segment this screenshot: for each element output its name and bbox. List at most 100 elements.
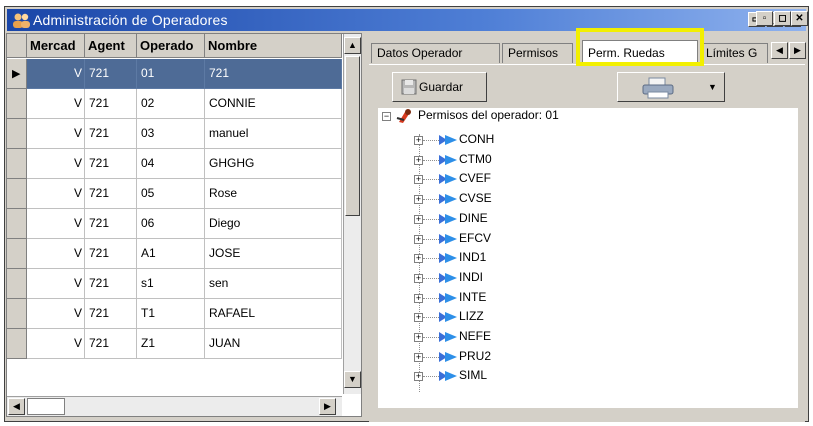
row-selector[interactable] (7, 149, 27, 179)
table-cell[interactable]: manuel (205, 119, 342, 149)
tree-item-label: INTE (459, 289, 487, 304)
table-row[interactable]: V 721 A1 JOSE (7, 239, 342, 269)
expand-icon[interactable]: + (414, 313, 423, 323)
column-header-operador[interactable]: Operado (137, 34, 205, 58)
tab-datos-operador[interactable]: Datos Operador (371, 43, 500, 63)
table-row[interactable]: ▶ V 721 01 721 (7, 59, 342, 89)
tree-item-label: CVSE (459, 191, 492, 206)
table-cell[interactable]: Z1 (137, 329, 205, 359)
table-cell[interactable]: 721 (85, 299, 137, 329)
row-selector[interactable] (7, 179, 27, 209)
grid-vertical-scrollbar[interactable]: ▲ ▼ (343, 34, 361, 394)
scroll-thumb[interactable] (345, 56, 360, 216)
table-cell[interactable]: 721 (85, 59, 137, 89)
table-row[interactable]: V 721 05 Rose (7, 179, 342, 209)
table-cell[interactable]: V (27, 299, 85, 329)
table-row[interactable]: V 721 03 manuel (7, 119, 342, 149)
table-row[interactable]: V 721 T1 RAFAEL (7, 299, 342, 329)
close-x-button[interactable]: ✕ (791, 11, 808, 26)
expand-icon[interactable]: + (414, 352, 423, 362)
expand-icon[interactable]: + (414, 155, 423, 165)
table-cell[interactable]: 06 (137, 209, 205, 239)
table-cell[interactable]: JUAN (205, 329, 342, 359)
table-cell[interactable]: 721 (85, 119, 137, 149)
table-cell[interactable]: 721 (85, 329, 137, 359)
table-cell[interactable]: 721 (85, 209, 137, 239)
scroll-up-icon[interactable]: ▲ (344, 37, 361, 54)
table-cell[interactable]: 01 (137, 59, 205, 89)
table-cell[interactable]: 721 (205, 59, 342, 89)
table-cell[interactable]: 03 (137, 119, 205, 149)
expand-icon[interactable]: + (414, 254, 423, 264)
row-selector[interactable] (7, 299, 27, 329)
save-button[interactable]: Guardar (392, 72, 487, 102)
table-cell[interactable]: T1 (137, 299, 205, 329)
table-cell[interactable]: 04 (137, 149, 205, 179)
collapse-icon[interactable]: − (382, 112, 391, 121)
expand-icon[interactable]: + (414, 333, 423, 342)
table-cell[interactable]: 721 (85, 89, 137, 119)
hscroll-thumb[interactable] (27, 398, 65, 415)
maximize-box-button[interactable]: ◻ (774, 11, 791, 26)
tab-limites[interactable]: Límites G (700, 43, 768, 63)
table-cell[interactable]: V (27, 209, 85, 239)
dropdown-arrow-icon[interactable]: ▼ (708, 82, 717, 92)
row-selector[interactable] (7, 89, 27, 119)
table-cell[interactable]: Rose (205, 179, 342, 209)
table-cell[interactable]: V (27, 269, 85, 299)
tab-scroll-left-icon[interactable]: ◀ (771, 42, 788, 59)
row-selector[interactable] (7, 209, 27, 239)
table-cell[interactable]: 721 (85, 149, 137, 179)
table-cell[interactable]: V (27, 179, 85, 209)
table-cell[interactable]: GHGHG (205, 149, 342, 179)
scroll-left-icon[interactable]: ◀ (8, 398, 25, 415)
table-cell[interactable]: V (27, 119, 85, 149)
table-row[interactable]: V 721 04 GHGHG (7, 149, 342, 179)
expand-icon[interactable]: + (414, 214, 423, 224)
expand-icon[interactable]: + (414, 273, 423, 283)
column-header-nombre[interactable]: Nombre (205, 34, 342, 58)
table-row[interactable]: V 721 Z1 JUAN (7, 329, 342, 359)
grid-horizontal-scrollbar[interactable]: ◀ ▶ (7, 396, 342, 416)
table-cell[interactable]: V (27, 329, 85, 359)
expand-icon[interactable]: + (414, 293, 423, 303)
row-selector[interactable] (7, 119, 27, 149)
scroll-right-icon[interactable]: ▶ (319, 398, 336, 415)
table-cell[interactable]: V (27, 239, 85, 269)
expand-icon[interactable]: + (414, 372, 423, 382)
table-cell[interactable]: s1 (137, 269, 205, 299)
table-cell[interactable]: A1 (137, 239, 205, 269)
table-row[interactable]: V 721 s1 sen (7, 269, 342, 299)
table-cell[interactable]: V (27, 89, 85, 119)
tab-permisos[interactable]: Permisos (502, 43, 573, 63)
table-cell[interactable]: 721 (85, 269, 137, 299)
table-cell[interactable]: 721 (85, 239, 137, 269)
table-cell[interactable]: Diego (205, 209, 342, 239)
table-cell[interactable]: 02 (137, 89, 205, 119)
expand-icon[interactable]: + (414, 175, 423, 185)
table-row[interactable]: V 721 06 Diego (7, 209, 342, 239)
expand-icon[interactable]: + (414, 136, 423, 145)
column-header-agente[interactable]: Agent (85, 34, 137, 58)
row-selector[interactable] (7, 239, 27, 269)
tree-item-label: DINE (459, 210, 488, 225)
row-selector[interactable] (7, 329, 27, 359)
tab-scroll-right-icon[interactable]: ▶ (789, 42, 806, 59)
print-button[interactable]: ▼ (617, 72, 725, 102)
table-cell[interactable]: V (27, 59, 85, 89)
table-cell[interactable]: 05 (137, 179, 205, 209)
table-cell[interactable]: RAFAEL (205, 299, 342, 329)
restore-button[interactable]: ▫ (756, 11, 773, 26)
scroll-down-icon[interactable]: ▼ (344, 371, 361, 388)
expand-icon[interactable]: + (414, 234, 423, 244)
row-selector[interactable]: ▶ (7, 59, 27, 89)
table-cell[interactable]: JOSE (205, 239, 342, 269)
row-selector[interactable] (7, 269, 27, 299)
table-cell[interactable]: CONNIE (205, 89, 342, 119)
table-cell[interactable]: V (27, 149, 85, 179)
table-cell[interactable]: sen (205, 269, 342, 299)
expand-icon[interactable]: + (414, 195, 423, 205)
table-cell[interactable]: 721 (85, 179, 137, 209)
table-row[interactable]: V 721 02 CONNIE (7, 89, 342, 119)
column-header-mercado[interactable]: Mercad (27, 34, 85, 58)
